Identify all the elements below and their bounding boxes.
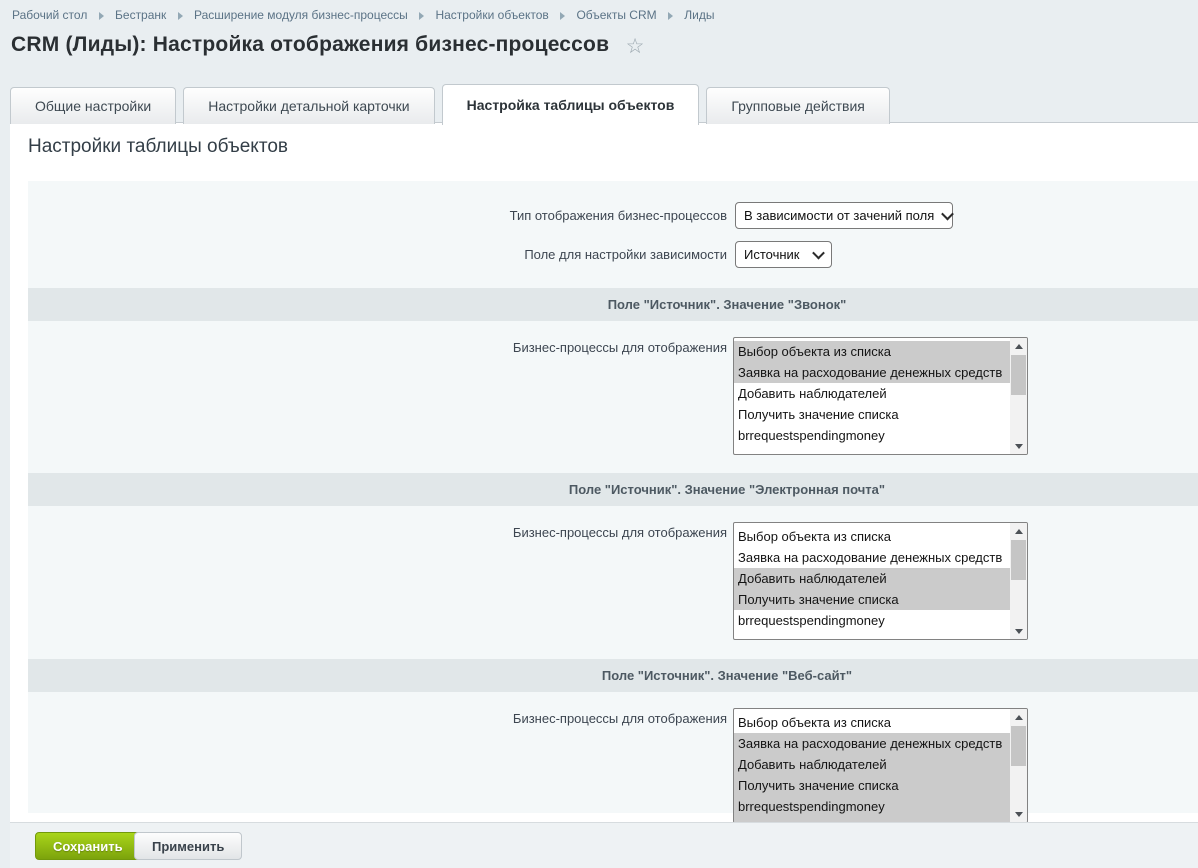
scroll-down-icon[interactable] bbox=[1010, 438, 1027, 454]
listbox-scrollbar[interactable] bbox=[1010, 338, 1027, 454]
listbox-option[interactable]: Добавить наблюдателей bbox=[734, 383, 1010, 404]
breadcrumb-item-crm-objects[interactable]: Объекты CRM bbox=[576, 8, 656, 22]
favorite-star-icon[interactable]: ☆ bbox=[626, 35, 645, 58]
display-type-label: Тип отображения бизнес-процессов bbox=[28, 202, 727, 229]
scroll-down-icon[interactable] bbox=[1010, 623, 1027, 639]
breadcrumb-item-module-extension[interactable]: Расширение модуля бизнес-процессы bbox=[194, 8, 408, 22]
tab-general-settings[interactable]: Общие настройки bbox=[10, 87, 176, 124]
scroll-up-icon[interactable] bbox=[1010, 709, 1027, 725]
scrollbar-thumb[interactable] bbox=[1011, 726, 1026, 766]
bp-listbox-website[interactable]: Выбор объекта из спискаЗаявка на расходо… bbox=[733, 708, 1028, 823]
tab-detail-card-settings[interactable]: Настройки детальной карточки bbox=[183, 87, 434, 124]
dependency-field-select[interactable]: Источник bbox=[735, 241, 832, 268]
title-row: CRM (Лиды): Настройка отображения бизнес… bbox=[11, 33, 644, 59]
page-title: CRM (Лиды): Настройка отображения бизнес… bbox=[11, 33, 609, 56]
dependency-field-label: Поле для настройки зависимости bbox=[28, 241, 727, 268]
chevron-down-icon bbox=[812, 247, 825, 260]
bp-list-label: Бизнес-процессы для отображения bbox=[28, 339, 727, 356]
breadcrumb-separator-icon bbox=[178, 12, 183, 20]
listbox-option[interactable]: Заявка на расходование денежных средств bbox=[734, 547, 1010, 568]
scroll-up-icon[interactable] bbox=[1010, 523, 1027, 539]
section-heading: Поле "Источник". Значение "Веб-сайт" bbox=[28, 659, 1198, 692]
breadcrumb-item-desktop[interactable]: Рабочий стол bbox=[12, 8, 87, 22]
listbox-scrollbar[interactable] bbox=[1010, 709, 1027, 822]
listbox-scrollbar[interactable] bbox=[1010, 523, 1027, 639]
tab-object-table-settings[interactable]: Настройка таблицы объектов bbox=[442, 84, 700, 125]
breadcrumb-item-leads: Лиды bbox=[684, 8, 714, 22]
listbox-option[interactable]: Выбор объекта из списка bbox=[734, 341, 1010, 362]
section-heading: Поле "Источник". Значение "Звонок" bbox=[28, 288, 1198, 321]
footer-bar: Сохранить Применить bbox=[10, 822, 1198, 868]
display-type-select[interactable]: В зависимости от зачений поля bbox=[735, 202, 953, 229]
listbox-option[interactable]: Получить значение списка bbox=[734, 589, 1010, 610]
listbox-option[interactable]: Получить значение списка bbox=[734, 775, 1010, 796]
settings-form: Тип отображения бизнес-процессов В завис… bbox=[28, 181, 1198, 813]
listbox-option[interactable]: Добавить наблюдателей bbox=[734, 568, 1010, 589]
listbox-option[interactable]: brrequestspendingmoney bbox=[734, 425, 1010, 446]
listbox-option[interactable]: Заявка на расходование денежных средств bbox=[734, 733, 1010, 754]
section-bar-email: Поле "Источник". Значение "Электронная п… bbox=[28, 473, 1198, 506]
tab-bar: Общие настройки Настройки детальной карт… bbox=[10, 84, 890, 124]
breadcrumb: Рабочий стол Бестранк Расширение модуля … bbox=[12, 8, 715, 22]
listbox-option[interactable]: Выбор объекта из списка bbox=[734, 526, 1010, 547]
breadcrumb-separator-icon bbox=[419, 12, 424, 20]
scrollbar-thumb[interactable] bbox=[1011, 540, 1026, 580]
breadcrumb-item-object-settings[interactable]: Настройки объектов bbox=[435, 8, 548, 22]
scrollbar-thumb[interactable] bbox=[1011, 355, 1026, 395]
listbox-option[interactable]: Выбор объекта из списка bbox=[734, 712, 1010, 733]
listbox-option[interactable]: Заявка на расходование денежных средств bbox=[734, 362, 1010, 383]
scroll-up-icon[interactable] bbox=[1010, 338, 1027, 354]
dependency-field-select-value: Источник bbox=[744, 247, 800, 262]
breadcrumb-separator-icon bbox=[560, 12, 565, 20]
save-button[interactable]: Сохранить bbox=[35, 832, 141, 860]
bp-list-label: Бизнес-процессы для отображения bbox=[28, 524, 727, 541]
listbox-option[interactable]: Добавить наблюдателей bbox=[734, 754, 1010, 775]
scroll-down-icon[interactable] bbox=[1010, 806, 1027, 822]
listbox-option[interactable]: Получить значение списка bbox=[734, 404, 1010, 425]
section-bar-website: Поле "Источник". Значение "Веб-сайт" bbox=[28, 659, 1198, 692]
listbox-option[interactable]: brrequestspendingmoney bbox=[734, 610, 1010, 631]
display-type-select-value: В зависимости от зачений поля bbox=[744, 208, 934, 223]
tab-group-actions[interactable]: Групповые действия bbox=[706, 87, 890, 124]
bp-listbox-call[interactable]: Выбор объекта из спискаЗаявка на расходо… bbox=[733, 337, 1028, 455]
page: Рабочий стол Бестранк Расширение модуля … bbox=[0, 0, 1198, 868]
listbox-option[interactable]: brrequestspendingmoney bbox=[734, 796, 1010, 817]
section-heading: Поле "Источник". Значение "Электронная п… bbox=[28, 473, 1198, 506]
bp-listbox-email[interactable]: Выбор объекта из спискаЗаявка на расходо… bbox=[733, 522, 1028, 640]
content-panel: Настройки таблицы объектов Тип отображен… bbox=[10, 122, 1198, 822]
breadcrumb-separator-icon bbox=[668, 12, 673, 20]
breadcrumb-separator-icon bbox=[99, 12, 104, 20]
page-section-title: Настройки таблицы объектов bbox=[28, 136, 288, 158]
bp-list-label: Бизнес-процессы для отображения bbox=[28, 710, 727, 727]
apply-button[interactable]: Применить bbox=[134, 832, 242, 860]
section-bar-call: Поле "Источник". Значение "Звонок" bbox=[28, 288, 1198, 321]
breadcrumb-item-bestrank[interactable]: Бестранк bbox=[115, 8, 166, 22]
chevron-down-icon bbox=[941, 208, 954, 221]
